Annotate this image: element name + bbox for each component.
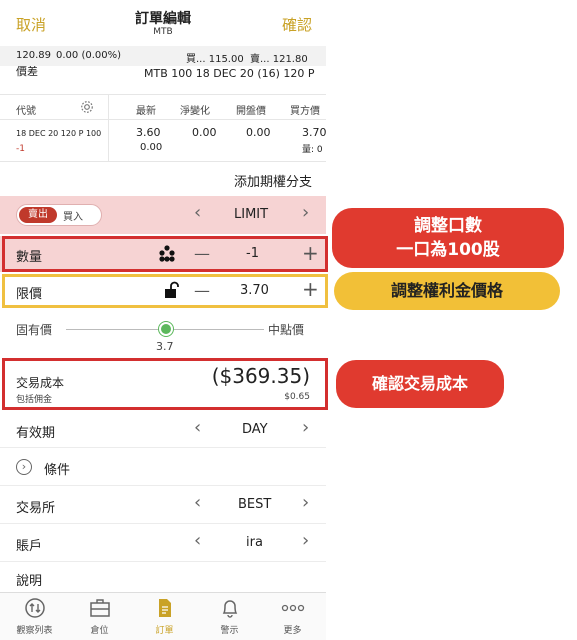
col-net-change: 淨變化 xyxy=(180,106,210,117)
order-type-prev-icon[interactable]: ‹ xyxy=(194,202,201,223)
conditions-row[interactable]: › 條件 xyxy=(0,448,326,486)
slider-right-label: 中點價 xyxy=(268,323,305,337)
col-last: 最新 xyxy=(136,106,156,117)
confirm-button[interactable]: 確認 xyxy=(282,14,312,35)
account-label: 賬戶 xyxy=(16,539,43,554)
leg-last-sub: 0.00 xyxy=(140,142,163,153)
tab-alerts[interactable]: 警示 xyxy=(197,593,262,640)
col-symbol: 代號 xyxy=(16,106,36,117)
order-type-next-icon[interactable]: › xyxy=(302,202,309,223)
cost-highlight-box xyxy=(2,358,328,410)
bell-icon xyxy=(197,597,262,619)
nav-header: 取消 訂單編輯 MTB 確認 xyxy=(0,0,326,44)
description-row[interactable]: 說明 xyxy=(0,562,326,592)
watchlist-icon xyxy=(2,597,67,619)
col-divider xyxy=(108,120,109,162)
conditions-label: 條件 xyxy=(44,463,71,478)
account-value: ira xyxy=(246,535,263,550)
more-icon xyxy=(260,597,325,619)
leg-row[interactable]: 18 DEC 20 120 P 100 -1 3.60 0.00 0.00 0.… xyxy=(0,120,326,162)
document-icon xyxy=(132,597,197,619)
bid-price: 買... 115.00 xyxy=(186,54,244,65)
validity-value: DAY xyxy=(242,422,268,437)
col-divider xyxy=(108,95,109,121)
spread-label: 價差 xyxy=(16,66,38,78)
cost-callout: 確認交易成本 xyxy=(336,360,504,408)
validity-label: 有效期 xyxy=(16,426,56,441)
account-row[interactable]: 賬戶 ‹ ira › xyxy=(0,524,326,562)
quantity-highlight-box xyxy=(2,236,328,272)
spread-row: 價差 MTB 100 18 DEC 20 (16) 120 P xyxy=(0,66,326,82)
buy-button[interactable]: 買入 xyxy=(63,208,83,223)
account-prev-icon[interactable]: ‹ xyxy=(194,530,201,551)
slider-value: 3.7 xyxy=(156,340,174,353)
account-next-icon[interactable]: › xyxy=(302,530,309,551)
description-label: 說明 xyxy=(16,574,43,589)
tab-more[interactable]: 更多 xyxy=(260,593,325,640)
exchange-row[interactable]: 交易所 ‹ BEST › xyxy=(0,486,326,524)
leg-open: 0.00 xyxy=(246,126,271,139)
leg-symbol: 18 DEC 20 120 P 100 xyxy=(16,129,102,138)
settings-icon[interactable] xyxy=(80,100,94,117)
add-leg-row: 添加期權分支 xyxy=(0,164,326,196)
price-change: 0.00 (0.00%) xyxy=(56,50,122,61)
validity-next-icon[interactable]: › xyxy=(302,417,309,438)
exchange-value: BEST xyxy=(238,497,272,512)
spread-value: MTB 100 18 DEC 20 (16) 120 P xyxy=(144,67,315,80)
col-open: 開盤價 xyxy=(236,106,266,117)
add-leg-button[interactable]: 添加期權分支 xyxy=(234,171,312,190)
slider-left-label: 固有價 xyxy=(16,323,53,337)
col-bid: 買方價 xyxy=(290,106,320,117)
slider-thumb[interactable] xyxy=(159,322,173,336)
side-order-type-row: 賣出 買入 ‹ LIMIT › xyxy=(0,196,326,234)
sell-button[interactable]: 賣出 xyxy=(19,207,57,223)
quantity-callout-line2: 一口為100股 xyxy=(396,240,500,260)
tab-bar: 觀察列表 倉位 訂單 警示 更多 xyxy=(0,592,326,640)
page-title: 訂單編輯 xyxy=(135,11,191,27)
quantity-callout-line1: 調整口數 xyxy=(414,216,482,236)
leg-last: 3.60 xyxy=(136,126,161,139)
last-price: 120.89 xyxy=(16,50,51,61)
tab-positions-label: 倉位 xyxy=(90,626,109,636)
validity-prev-icon[interactable]: ‹ xyxy=(194,417,201,438)
page-subtitle: MTB xyxy=(153,27,173,37)
expand-conditions-icon[interactable]: › xyxy=(16,459,32,475)
phone-screen: 取消 訂單編輯 MTB 確認 120.89 0.00 (0.00%) 買... … xyxy=(0,0,326,640)
briefcase-icon xyxy=(67,597,132,619)
quantity-callout: 調整口數 一口為100股 xyxy=(332,208,564,268)
ask-price: 賣... 121.80 xyxy=(250,54,308,65)
tab-watchlist-label: 觀察列表 xyxy=(16,626,53,636)
validity-row[interactable]: 有效期 ‹ DAY › xyxy=(0,412,326,448)
leg-qty: -1 xyxy=(16,144,25,154)
premium-callout: 調整權利金價格 xyxy=(334,272,560,310)
limit-highlight-box xyxy=(2,274,328,308)
price-slider-row: 固有價 中點價 3.7 xyxy=(0,312,326,358)
tab-more-label: 更多 xyxy=(283,626,302,636)
leg-bid: 3.70 xyxy=(302,126,326,139)
leg-bid-size: 量: 0 xyxy=(302,145,323,155)
exchange-label: 交易所 xyxy=(16,501,56,516)
tab-watchlist[interactable]: 觀察列表 xyxy=(2,593,67,640)
quote-bar: 120.89 0.00 (0.00%) 買... 115.00 賣... 121… xyxy=(0,46,326,66)
tab-orders-label: 訂單 xyxy=(155,626,174,636)
exchange-prev-icon[interactable]: ‹ xyxy=(194,492,201,513)
tab-positions[interactable]: 倉位 xyxy=(67,593,132,640)
legs-table-header: 代號 最新 淨變化 開盤價 買方價 xyxy=(0,94,326,121)
side-toggle: 賣出 買入 xyxy=(16,204,102,226)
tab-orders[interactable]: 訂單 xyxy=(132,593,197,640)
leg-net-change: 0.00 xyxy=(192,126,217,139)
order-type-value: LIMIT xyxy=(234,207,269,222)
exchange-next-icon[interactable]: › xyxy=(302,492,309,513)
tab-alerts-label: 警示 xyxy=(220,626,239,636)
